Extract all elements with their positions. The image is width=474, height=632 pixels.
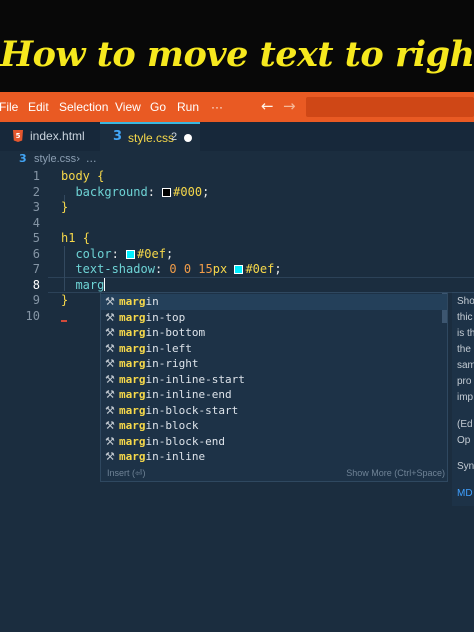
banner-title: How to move text to right [0, 34, 474, 75]
menu-edit[interactable]: Edit [28, 100, 49, 114]
suggestion-label: margin-left [119, 341, 192, 355]
suggestion-item[interactable]: ⚒ margin-block [101, 418, 447, 434]
suggestion-item[interactable]: ⚒ margin-left [101, 341, 447, 357]
details-text: pro [457, 376, 472, 387]
insert-hint: Insert (⏎) [107, 468, 146, 478]
html5-icon: 5 [13, 130, 23, 142]
line-number: 6 [32, 247, 40, 261]
suggestion-label: margin-top [119, 310, 186, 324]
menu-file[interactable]: File [0, 100, 18, 114]
suggestion-label: margin-block-start [119, 403, 239, 417]
chevron-right-icon: › [76, 152, 81, 165]
css3-icon: 3 [113, 129, 123, 144]
details-text: imp [457, 392, 474, 403]
details-text: Sho [457, 296, 474, 307]
suggestion-item[interactable]: ⚒ margin-inline-start [101, 372, 447, 388]
css3-icon: 3 [19, 152, 27, 165]
code-line: } [61, 200, 69, 214]
code-line: color: #0ef; [75, 247, 174, 261]
code-line: h1 { [61, 231, 90, 245]
wrench-icon: ⚒ [105, 419, 115, 432]
breadcrumb-file[interactable]: style.css [34, 153, 76, 165]
line-number: 8 [32, 278, 40, 292]
line-number: 5 [32, 231, 40, 245]
tab-style-css[interactable]: 3 style.css 2 [100, 122, 200, 151]
suggestion-label: margin-block [119, 419, 199, 432]
details-text: Syn [457, 461, 474, 472]
line-number: 4 [32, 216, 40, 230]
suggestion-item[interactable]: ⚒ margin-right [101, 356, 447, 372]
suggestion-label: margin-block-end [119, 434, 225, 448]
suggestion-label: margin-inline [119, 450, 206, 463]
line-number: 10 [25, 309, 40, 323]
menu-run[interactable]: Run [177, 100, 199, 114]
unsaved-dot-icon[interactable] [184, 134, 192, 142]
editor-tab-bar: 5 index.html 3 style.css 2 [0, 122, 474, 151]
tab-label: style.css [128, 131, 175, 145]
command-center-search[interactable] [306, 97, 474, 117]
breadcrumb-more[interactable]: ... [86, 152, 97, 165]
suggestion-label: margin-inline-start [119, 372, 245, 386]
arrow-right-icon[interactable]: → [283, 97, 296, 115]
problems-count: 2 [171, 131, 178, 143]
wrench-icon: ⚒ [105, 434, 115, 448]
suggestion-item[interactable]: ⚒ margin-inline [101, 449, 447, 465]
breadcrumb: 3 style.css › ... [0, 151, 474, 167]
error-squiggle [61, 320, 67, 322]
details-text: sam [457, 360, 474, 371]
details-text: Op [457, 435, 471, 446]
menu-go[interactable]: Go [150, 100, 166, 114]
suggestion-item[interactable]: ⚒ margin-inline-end [101, 387, 447, 403]
code-line: background: #000; [75, 185, 210, 199]
wrench-icon: ⚒ [105, 388, 115, 401]
color-swatch[interactable] [162, 188, 172, 197]
suggestion-details-panel: Sho thic is th the sam pro imp (Ed Op Syn MD [452, 292, 474, 506]
wrench-icon: ⚒ [105, 341, 115, 355]
menu-view[interactable]: View [115, 100, 141, 114]
suggestion-item[interactable]: ⚒ margin-bottom [101, 325, 447, 341]
suggestion-label: margin [119, 295, 159, 308]
color-swatch[interactable] [234, 265, 244, 274]
line-number: 1 [32, 169, 40, 183]
suggestion-item[interactable]: ⚒ margin-block-start [101, 403, 447, 419]
code-line: text-shadow: 0 0 15px #0ef; [75, 262, 282, 276]
line-number: 3 [32, 200, 40, 214]
details-text: (Ed [457, 419, 473, 430]
autocomplete-suggestions: ⚒ margin ⚒ margin-top ⚒ margin-bottom ⚒ margin-… [100, 292, 448, 482]
wrench-icon: ⚒ [105, 357, 115, 370]
details-text: is th [457, 328, 474, 339]
text-caret [104, 278, 106, 291]
menu-more[interactable]: ··· [211, 100, 223, 114]
suggestion-label: margin-bottom [119, 326, 206, 339]
wrench-icon: ⚒ [105, 403, 115, 417]
wrench-icon: ⚒ [105, 295, 115, 308]
code-line-active: marg [75, 278, 106, 292]
wrench-icon: ⚒ [105, 326, 115, 339]
details-text[interactable]: MD [457, 488, 473, 499]
line-number: 7 [32, 262, 40, 276]
suggestion-label: margin-inline-end [119, 388, 232, 401]
show-more-hint[interactable]: Show More (Ctrl+Space) [346, 468, 445, 478]
wrench-icon: ⚒ [105, 450, 115, 463]
suggestion-item[interactable]: ⚒ margin-top [101, 310, 447, 326]
suggestion-item[interactable]: ⚒ margin [101, 294, 447, 310]
details-text: thic [457, 312, 473, 323]
details-text: the [457, 344, 471, 355]
suggestion-label: margin-right [119, 357, 199, 370]
tab-label: index.html [30, 129, 85, 143]
wrench-icon: ⚒ [105, 310, 115, 324]
line-number: 2 [32, 185, 40, 199]
tab-index-html[interactable]: 5 index.html [0, 122, 100, 151]
suggestion-item[interactable]: ⚒ margin-block-end [101, 434, 447, 450]
color-swatch[interactable] [126, 250, 136, 259]
video-title-banner: How to move text to right [0, 0, 474, 92]
wrench-icon: ⚒ [105, 372, 115, 386]
line-number: 9 [32, 293, 40, 307]
arrow-left-icon[interactable]: ← [261, 97, 274, 115]
current-line-highlight [48, 277, 474, 293]
menu-selection[interactable]: Selection [59, 100, 108, 114]
code-line: body { [61, 169, 105, 183]
code-line: } [61, 293, 69, 307]
